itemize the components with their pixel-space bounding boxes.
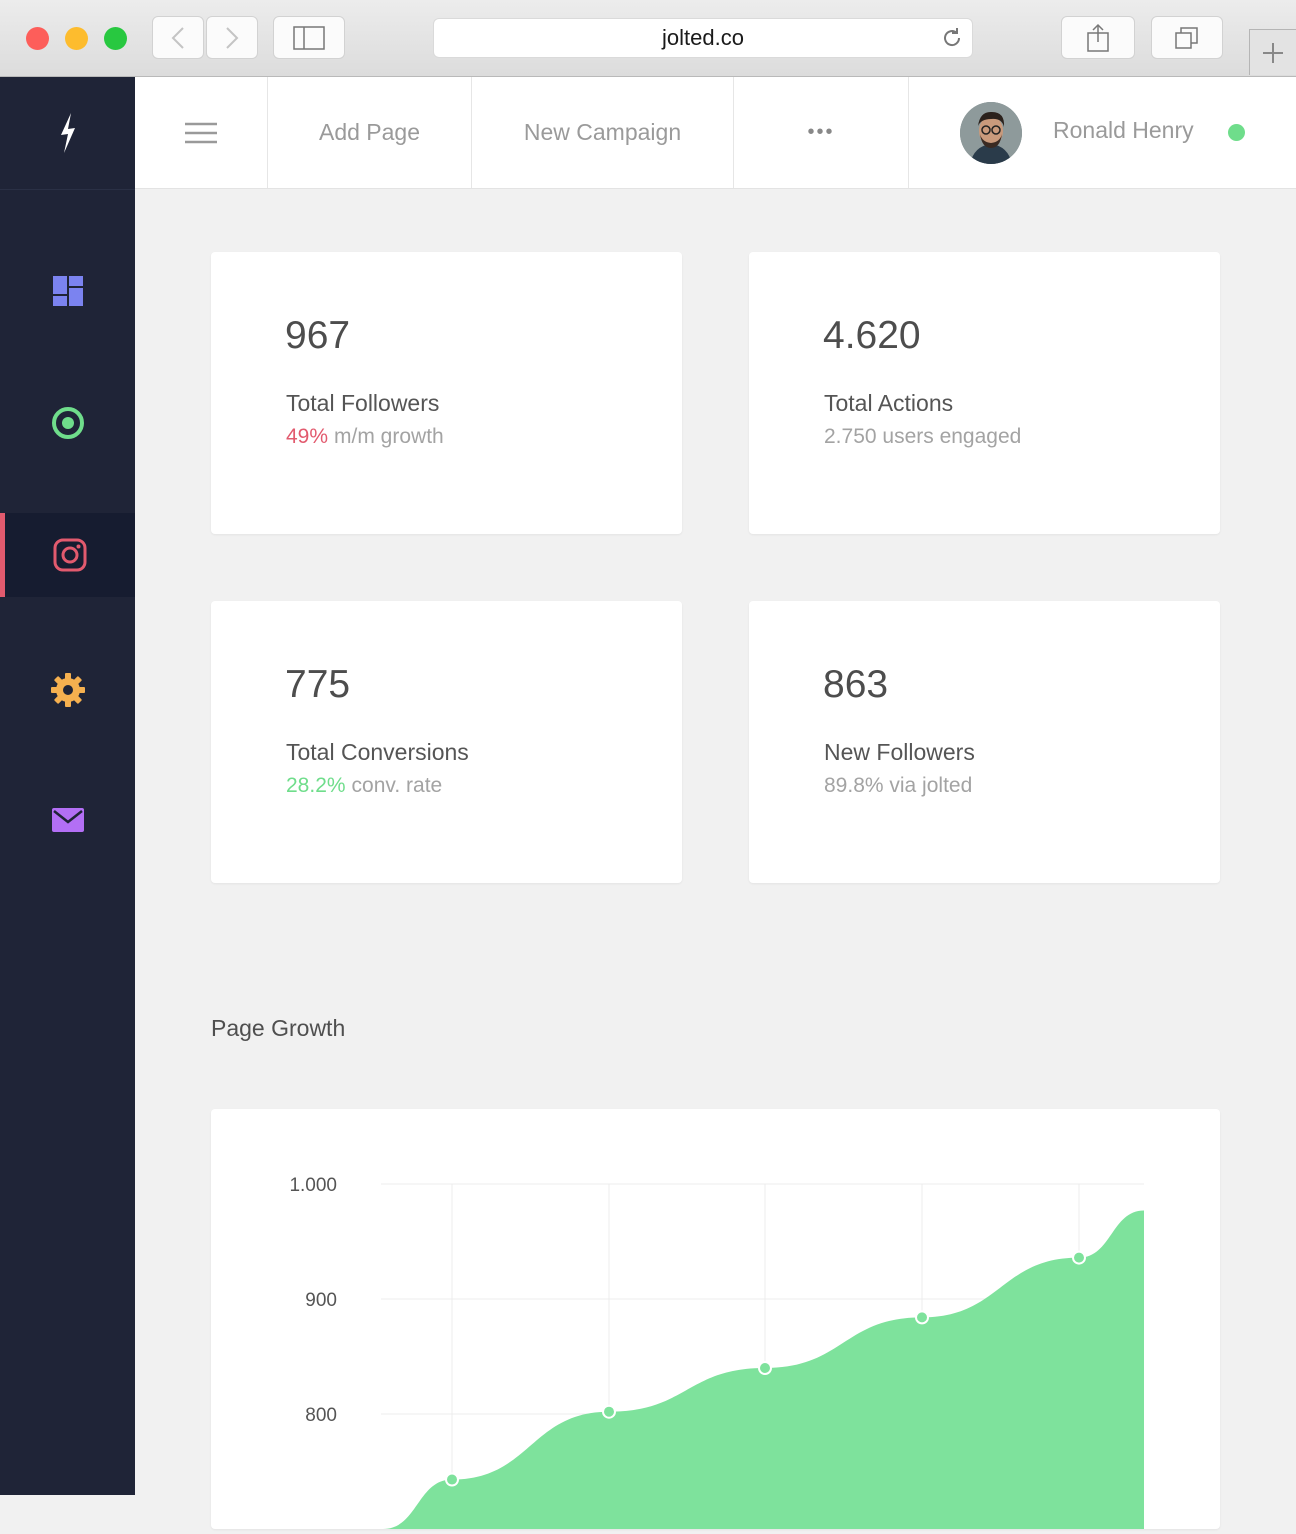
instagram-icon [53, 538, 87, 572]
stat-label: Total Followers [286, 390, 440, 416]
chevron-right-icon [226, 26, 239, 49]
sidebar-item-messages[interactable] [0, 778, 135, 862]
stat-card-total-actions: 4.620 Total Actions 2.750 users engaged [749, 252, 1220, 534]
data-point [445, 1472, 459, 1487]
stat-value: 863 [823, 663, 889, 706]
sidebar-item-settings[interactable] [0, 648, 135, 732]
address-bar[interactable]: jolted.co [433, 18, 973, 58]
sidebar-item-target[interactable] [0, 381, 135, 465]
new-campaign-button[interactable]: New Campaign [472, 77, 734, 188]
chevron-left-icon [171, 26, 184, 49]
stat-sub-label: conv. rate [351, 774, 443, 797]
maximize-window-button[interactable] [104, 27, 127, 50]
new-tab-button[interactable] [1249, 29, 1296, 75]
add-page-button[interactable]: Add Page [268, 77, 472, 188]
url-text: jolted.co [662, 25, 744, 50]
menu-button[interactable] [135, 77, 268, 188]
tabs-icon [1175, 26, 1198, 49]
forward-button[interactable] [206, 16, 258, 59]
gear-icon [50, 673, 85, 707]
plus-icon [1263, 42, 1283, 63]
avatar[interactable] [960, 102, 1022, 164]
sidebar-item-dashboard[interactable] [0, 249, 135, 333]
back-button[interactable] [152, 16, 204, 59]
hamburger-menu-icon [185, 122, 217, 143]
reload-icon[interactable] [940, 26, 964, 50]
sidebar-toggle-button[interactable] [273, 16, 345, 59]
online-status-indicator [1228, 124, 1245, 141]
stat-value: 775 [285, 663, 351, 706]
stat-label: New Followers [824, 739, 975, 765]
stat-value: 967 [285, 314, 351, 357]
data-point [1072, 1250, 1086, 1265]
stat-highlight: 49% [286, 425, 329, 448]
y-tick-label: 1.000 [289, 1175, 337, 1196]
data-point [915, 1310, 929, 1325]
stat-sub-label: m/m growth [334, 425, 444, 448]
user-avatar-image [960, 102, 1022, 164]
stat-sub-label: 2.750 users engaged [824, 425, 1022, 448]
share-button[interactable] [1061, 16, 1135, 59]
stat-subtext: 28.2% conv. rate [286, 774, 442, 798]
sidebar-icon [293, 25, 325, 50]
mail-icon [51, 808, 84, 832]
y-tick-label: 800 [305, 1405, 337, 1426]
user-name[interactable]: Ronald Henry [1053, 117, 1194, 144]
dashboard-icon [52, 276, 83, 306]
sidebar [0, 77, 135, 1495]
lightning-logo-icon [60, 113, 75, 153]
stat-card-total-followers: 967 Total Followers 49% m/m growth [211, 252, 682, 534]
stat-subtext: 89.8% via jolted [824, 774, 972, 798]
stat-label: Total Actions [824, 390, 954, 416]
logo[interactable] [0, 77, 135, 190]
browser-toolbar: jolted.co [0, 0, 1296, 77]
target-icon [51, 407, 84, 439]
stat-card-total-conversions: 775 Total Conversions 28.2% conv. rate [211, 601, 682, 883]
minimize-window-button[interactable] [65, 27, 88, 50]
stat-label: Total Conversions [286, 739, 469, 765]
stat-subtext: 2.750 users engaged [824, 425, 1021, 449]
page-growth-title: Page Growth [211, 1015, 346, 1041]
stat-highlight: 28.2% [286, 774, 346, 797]
share-icon [1087, 23, 1109, 52]
stat-subtext: 49% m/m growth [286, 425, 444, 449]
top-bar: Add Page New Campaign ••• Ronald Henry [135, 77, 1296, 189]
sidebar-item-instagram[interactable] [0, 513, 135, 597]
stat-value: 4.620 [823, 314, 921, 357]
page-growth-chart-card: 1.000 900 800 [211, 1109, 1220, 1529]
stat-sub-label: 89.8% via jolted [824, 774, 973, 797]
page-growth-chart: 1.000 900 800 [289, 1175, 1144, 1529]
data-point [602, 1404, 616, 1419]
tabs-overview-button[interactable] [1151, 16, 1223, 59]
more-options-button[interactable]: ••• [734, 77, 909, 188]
y-tick-label: 900 [305, 1290, 337, 1311]
stat-card-new-followers: 863 New Followers 89.8% via jolted [749, 601, 1220, 883]
data-point [758, 1361, 772, 1375]
close-window-button[interactable] [26, 27, 49, 50]
